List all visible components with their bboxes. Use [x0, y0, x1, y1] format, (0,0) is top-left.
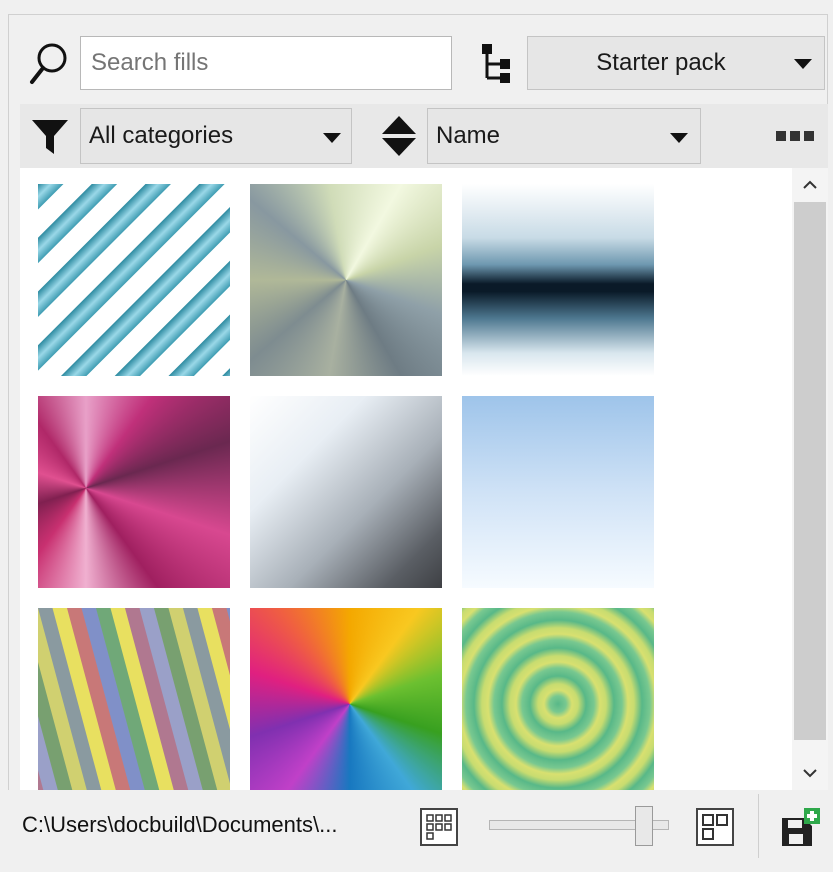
pack-dropdown-value: Starter pack	[596, 49, 726, 76]
sort-dropdown[interactable]: Name	[427, 108, 701, 164]
fill-tile-diagonal-stripes-teal[interactable]	[38, 184, 230, 376]
search-row: Starter pack	[20, 28, 828, 100]
thumbnail-size-slider-thumb[interactable]	[635, 806, 653, 846]
fill-tile-conical-rainbow[interactable]	[250, 608, 442, 790]
chevron-up-icon[interactable]	[792, 168, 828, 200]
status-footer: C:\Users\docbuild\Documents\...	[8, 790, 828, 864]
scrollbar-thumb[interactable]	[794, 202, 826, 740]
fill-tile-concentric-rings-green[interactable]	[462, 608, 654, 790]
chevron-down-icon	[794, 59, 812, 69]
search-icon[interactable]	[28, 38, 72, 90]
category-dropdown[interactable]: All categories	[80, 108, 352, 164]
fill-tile-conical-silver-green[interactable]	[250, 184, 442, 376]
more-options-icon[interactable]	[776, 128, 820, 144]
pack-dropdown[interactable]: Starter pack	[527, 36, 825, 90]
sort-dropdown-value: Name	[436, 122, 501, 149]
small-thumbnails-icon[interactable]	[420, 808, 458, 846]
search-input[interactable]	[80, 36, 452, 90]
fill-tile-diagonal-stripes-multicolor[interactable]	[38, 608, 230, 790]
library-path: C:\Users\docbuild\Documents\...	[22, 812, 338, 837]
category-dropdown-value: All categories	[89, 122, 234, 149]
sort-icon[interactable]	[378, 112, 420, 160]
fill-tile-horizontal-band-dark-blue[interactable]	[462, 184, 654, 376]
filter-icon[interactable]	[28, 112, 72, 160]
large-thumbnails-icon[interactable]	[696, 808, 734, 846]
vertical-scrollbar[interactable]	[792, 168, 828, 790]
fill-tile-linear-sky-blue[interactable]	[462, 396, 654, 588]
chevron-down-icon	[323, 133, 341, 143]
save-fill-icon[interactable]	[778, 806, 822, 850]
filter-row: All categories Name	[20, 104, 828, 168]
chevron-down-icon[interactable]	[792, 758, 828, 790]
chevron-down-icon	[670, 133, 688, 143]
footer-divider	[758, 794, 759, 858]
fill-grid	[20, 168, 792, 790]
fill-tile-linear-grey-diagonal[interactable]	[250, 396, 442, 588]
fill-tile-conical-magenta[interactable]	[38, 396, 230, 588]
tree-view-icon[interactable]	[480, 42, 516, 86]
